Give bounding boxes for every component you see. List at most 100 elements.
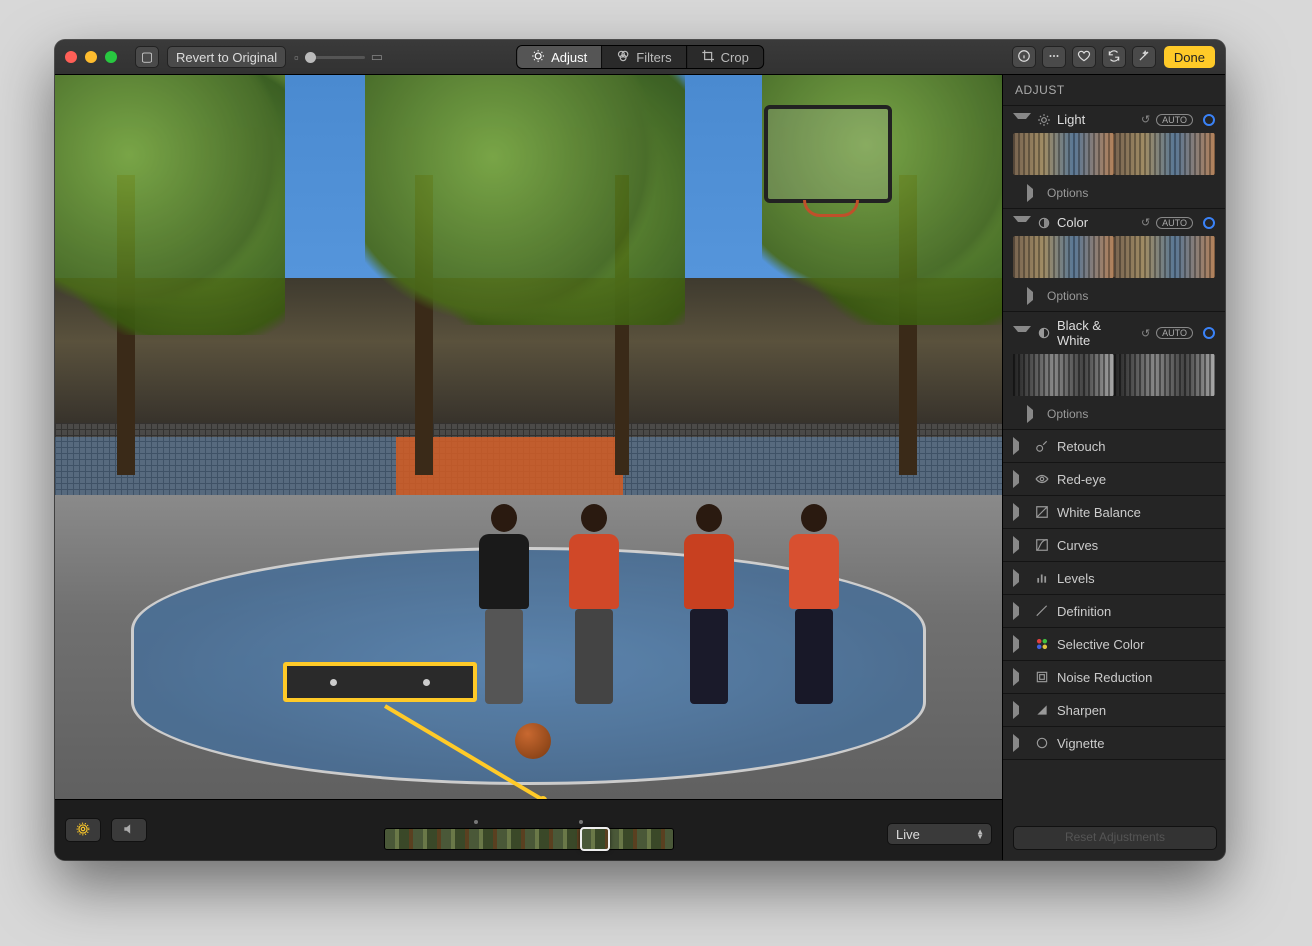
disclosure-right-icon xyxy=(1027,184,1041,202)
zoom-slider[interactable] xyxy=(305,56,365,59)
timeline-keyframe-handle[interactable] xyxy=(580,827,610,851)
reset-adjustments-button: Reset Adjustments xyxy=(1013,826,1217,850)
revert-label: Revert to Original xyxy=(176,50,277,65)
done-button[interactable]: Done xyxy=(1164,46,1215,68)
timeline-strip[interactable] xyxy=(384,828,674,850)
disclosure-right-icon xyxy=(1027,405,1041,423)
color-icon xyxy=(1037,216,1051,230)
close-window-button[interactable] xyxy=(65,51,77,63)
adjust-row-definition[interactable]: Definition xyxy=(1003,595,1225,628)
disclosure-right-icon xyxy=(1013,734,1027,752)
main-column: Live ▲▼ xyxy=(55,75,1002,860)
selectivecolor-label: Selective Color xyxy=(1057,637,1215,652)
disclosure-down-icon xyxy=(1013,326,1031,340)
vignette-label: Vignette xyxy=(1057,736,1215,751)
levels-label: Levels xyxy=(1057,571,1215,586)
color-auto-button[interactable]: AUTO xyxy=(1156,217,1193,229)
disclosure-right-icon xyxy=(1013,701,1027,719)
color-options-row[interactable]: Options xyxy=(1003,284,1225,311)
adjust-row-whitebalance[interactable]: White Balance xyxy=(1003,496,1225,529)
crop-tab[interactable]: Crop xyxy=(687,46,763,68)
filters-icon xyxy=(616,49,630,66)
disclosure-down-icon xyxy=(1013,113,1031,127)
reset-icon[interactable]: ↺ xyxy=(1141,113,1150,126)
sidebar-toggle-button[interactable]: ▢ xyxy=(135,46,159,68)
bw-header[interactable]: Black & White ↺ AUTO xyxy=(1003,312,1225,354)
fullscreen-window-button[interactable] xyxy=(105,51,117,63)
adjust-section-light: Light ↺ AUTO Options xyxy=(1003,106,1225,209)
disclosure-down-icon xyxy=(1013,216,1031,230)
color-preview-strip[interactable] xyxy=(1003,236,1225,284)
live-mode-select[interactable]: Live ▲▼ xyxy=(887,823,992,845)
sidebar-icon: ▢ xyxy=(141,49,153,65)
sharpen-label: Sharpen xyxy=(1057,703,1215,718)
disclosure-right-icon xyxy=(1027,287,1041,305)
rotate-button[interactable] xyxy=(1102,46,1126,68)
adjust-row-curves[interactable]: Curves xyxy=(1003,529,1225,562)
adjust-row-vignette[interactable]: Vignette xyxy=(1003,727,1225,760)
adjust-row-selectivecolor[interactable]: Selective Color xyxy=(1003,628,1225,661)
adjust-tab[interactable]: Adjust xyxy=(517,46,602,68)
zoom-knob[interactable] xyxy=(305,52,316,63)
edit-mode-segmented: Adjust Filters Crop xyxy=(516,45,764,69)
color-enable-toggle[interactable] xyxy=(1203,217,1215,229)
light-options-label: Options xyxy=(1047,186,1088,200)
definition-icon xyxy=(1035,604,1049,618)
live-mode-value: Live xyxy=(896,827,920,842)
info-button[interactable] xyxy=(1012,46,1036,68)
disclosure-right-icon xyxy=(1013,602,1027,620)
adjust-section-bw: Black & White ↺ AUTO Options xyxy=(1003,312,1225,430)
minimize-window-button[interactable] xyxy=(85,51,97,63)
adjust-section-color: Color ↺ AUTO Options xyxy=(1003,209,1225,312)
disclosure-right-icon xyxy=(1013,635,1027,653)
adjust-row-redeye[interactable]: Red-eye xyxy=(1003,463,1225,496)
callout-dot xyxy=(330,679,337,686)
toolbar-right-icons xyxy=(1012,46,1156,68)
sidebar-title: ADJUST xyxy=(1003,75,1225,106)
bw-options-row[interactable]: Options xyxy=(1003,402,1225,429)
light-enable-toggle[interactable] xyxy=(1203,114,1215,126)
adjust-row-levels[interactable]: Levels xyxy=(1003,562,1225,595)
timeline-marker-dot xyxy=(579,820,583,824)
light-options-row[interactable]: Options xyxy=(1003,181,1225,208)
disclosure-right-icon xyxy=(1013,668,1027,686)
bw-enable-toggle[interactable] xyxy=(1203,327,1215,339)
zoom-in-icon: ▭ xyxy=(371,49,383,65)
favorite-button[interactable] xyxy=(1072,46,1096,68)
mute-button[interactable] xyxy=(111,818,147,842)
filters-tab[interactable]: Filters xyxy=(602,46,686,68)
adjust-row-noisereduction[interactable]: Noise Reduction xyxy=(1003,661,1225,694)
curves-label: Curves xyxy=(1057,538,1215,553)
disclosure-right-icon xyxy=(1013,569,1027,587)
reset-icon[interactable]: ↺ xyxy=(1141,216,1150,229)
photo-canvas[interactable] xyxy=(55,75,1002,799)
disclosure-right-icon xyxy=(1013,437,1027,455)
bottom-bar: Live ▲▼ xyxy=(55,799,1002,860)
live-photo-indicator-button[interactable] xyxy=(65,818,101,842)
more-button[interactable] xyxy=(1042,46,1066,68)
adjust-row-retouch[interactable]: Retouch xyxy=(1003,430,1225,463)
enhance-button[interactable] xyxy=(1132,46,1156,68)
revert-button[interactable]: Revert to Original xyxy=(167,46,286,68)
selectivecolor-icon xyxy=(1035,637,1049,651)
disclosure-right-icon xyxy=(1013,536,1027,554)
bw-options-label: Options xyxy=(1047,407,1088,421)
bw-preview-strip[interactable] xyxy=(1003,354,1225,402)
vignette-icon xyxy=(1035,736,1049,750)
retouch-label: Retouch xyxy=(1057,439,1215,454)
adjust-row-sharpen[interactable]: Sharpen xyxy=(1003,694,1225,727)
levels-icon xyxy=(1035,571,1049,585)
bw-auto-button[interactable]: AUTO xyxy=(1156,327,1193,339)
color-options-label: Options xyxy=(1047,289,1088,303)
zoom-slider-group: ▫ ▭ xyxy=(294,49,383,65)
whitebalance-label: White Balance xyxy=(1057,505,1215,520)
redeye-icon xyxy=(1035,472,1049,486)
reset-icon[interactable]: ↺ xyxy=(1141,327,1150,340)
light-preview-strip[interactable] xyxy=(1003,133,1225,181)
light-auto-button[interactable]: AUTO xyxy=(1156,114,1193,126)
light-header[interactable]: Light ↺ AUTO xyxy=(1003,106,1225,133)
definition-label: Definition xyxy=(1057,604,1215,619)
reset-adjustments-label: Reset Adjustments xyxy=(1065,830,1165,844)
crop-icon xyxy=(701,49,715,66)
color-header[interactable]: Color ↺ AUTO xyxy=(1003,209,1225,236)
